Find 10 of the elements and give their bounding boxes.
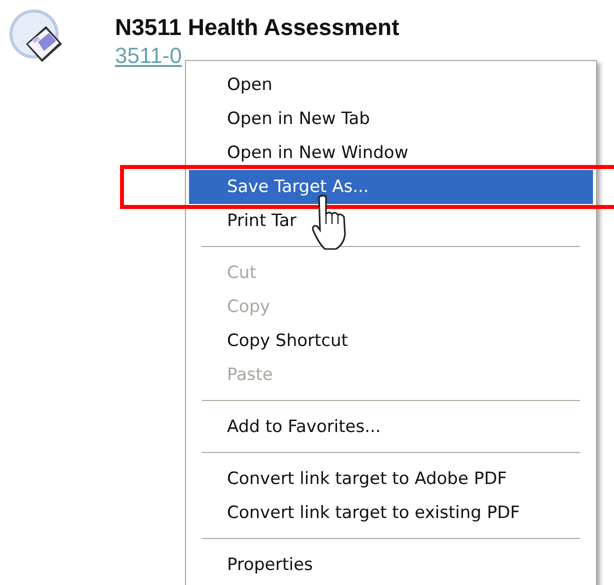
menu-item[interactable]: Copy Shortcut	[189, 324, 593, 358]
menu-item[interactable]: Open	[189, 68, 593, 102]
menu-item[interactable]: Open in New Window	[189, 136, 593, 170]
menu-item[interactable]: Properties	[189, 548, 593, 582]
document-title: N3511 Health Assessment	[115, 14, 400, 41]
menu-item[interactable]: Convert link target to Adobe PDF	[189, 462, 593, 496]
menu-item[interactable]: Convert link target to existing PDF	[189, 496, 593, 530]
menu-item[interactable]: Save Target As...	[189, 170, 593, 204]
menu-item[interactable]: Open in New Tab	[189, 102, 593, 136]
menu-item[interactable]: Add to Favorites...	[189, 410, 593, 444]
